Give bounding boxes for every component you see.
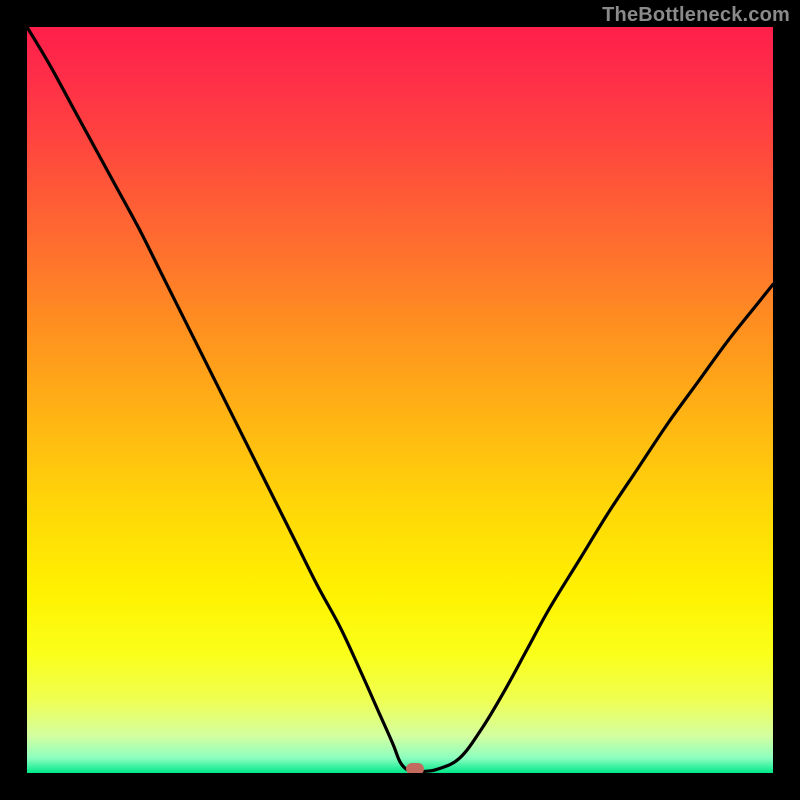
watermark-text: TheBottleneck.com — [602, 4, 790, 27]
chart-frame: TheBottleneck.com — [0, 0, 800, 800]
optimal-marker — [406, 763, 424, 773]
plot-area — [27, 27, 773, 773]
curve-layer — [27, 27, 773, 773]
bottleneck-curve — [27, 27, 773, 772]
